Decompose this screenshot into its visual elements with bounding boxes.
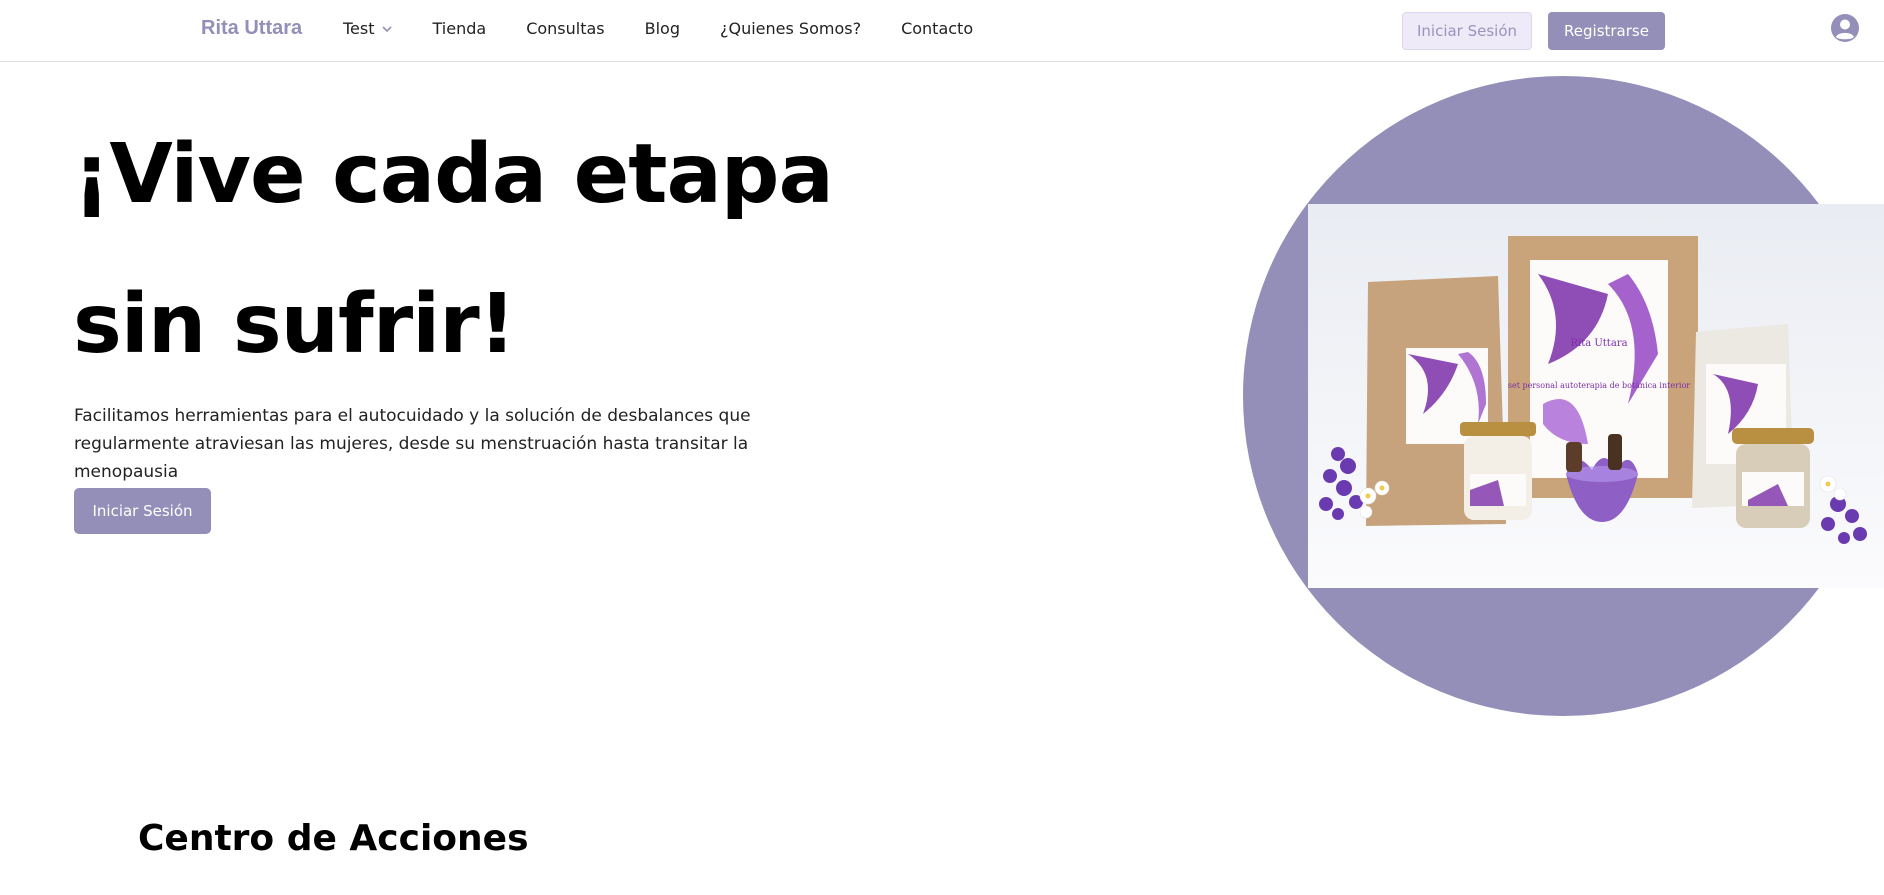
register-button[interactable]: Registrarse xyxy=(1548,12,1665,50)
chevron-down-icon xyxy=(381,25,392,32)
hero-title-line-2: sin sufrir! xyxy=(73,277,516,372)
section-title: Centro de Acciones xyxy=(138,818,529,859)
login-button[interactable]: Iniciar Sesión xyxy=(1402,12,1532,50)
hero-title-line-1: ¡Vive cada etapa xyxy=(73,127,834,222)
nav-item-contacto[interactable]: Contacto xyxy=(901,19,973,38)
box-brand-label: Rita Uttara xyxy=(1570,338,1627,349)
user-circle-icon[interactable] xyxy=(1830,13,1860,43)
hero-product-image: Rita Uttara set personal autoterapia de … xyxy=(1308,204,1884,588)
brand-logo[interactable]: Rita Uttara xyxy=(201,17,302,40)
nav-item-label: Test xyxy=(343,19,375,38)
hero-title: ¡Vive cada etapa sin sufrir! xyxy=(73,100,973,400)
navbar: Rita Uttara Test Tienda Consultas Blog ¿… xyxy=(0,0,1884,62)
main-nav: Test Tienda Consultas Blog ¿Quienes Somo… xyxy=(343,19,1013,38)
nav-item-tienda[interactable]: Tienda xyxy=(433,19,487,38)
nav-item-quienes-somos[interactable]: ¿Quienes Somos? xyxy=(720,19,861,38)
nav-item-consultas[interactable]: Consultas xyxy=(526,19,604,38)
nav-item-test[interactable]: Test xyxy=(343,19,393,38)
hero-login-button[interactable]: Iniciar Sesión xyxy=(74,488,211,534)
product-illustration: Rita Uttara set personal autoterapia de … xyxy=(1308,204,1884,588)
box-text: set personal autoterapia de botánica int… xyxy=(1508,381,1690,390)
hero-description: Facilitamos herramientas para el autocui… xyxy=(74,406,751,482)
nav-item-blog[interactable]: Blog xyxy=(645,19,680,38)
